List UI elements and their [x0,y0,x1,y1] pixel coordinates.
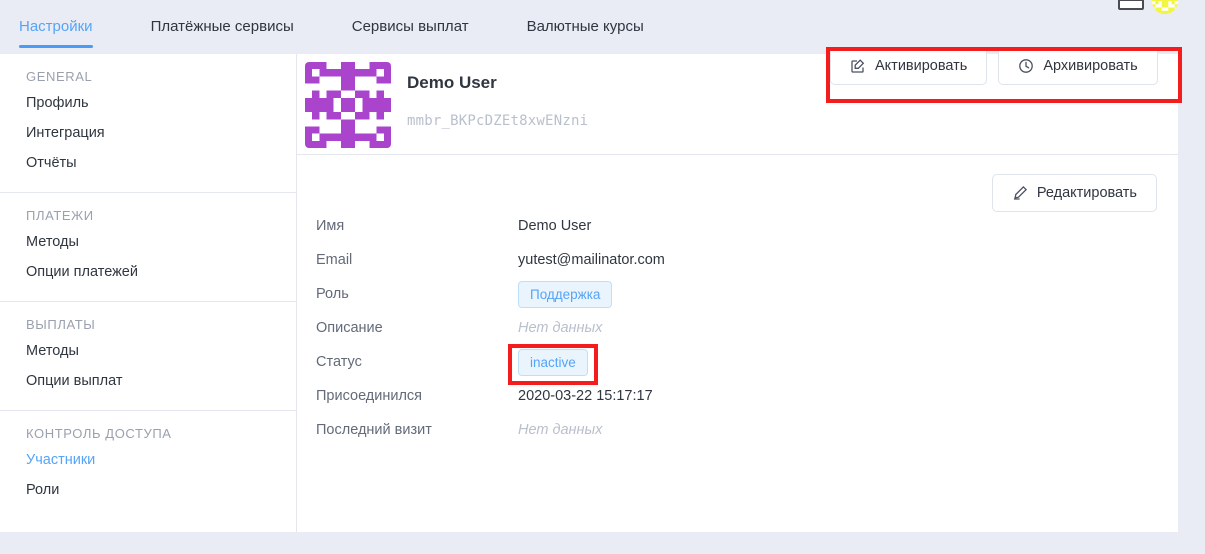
top-strip [0,0,1205,14]
tab-payout-services-label: Сервисы выплат [351,18,469,35]
table-row: Роль Поддержка [316,277,1156,311]
pencil-icon [1012,185,1028,201]
member-name: Demo User [407,73,497,92]
card-stripe [1118,0,1144,1]
detail-label-role: Роль [316,286,349,302]
sidebar-item-profile[interactable]: Профиль [0,88,296,118]
settings-sidebar: GENERAL Профиль Интеграция Отчёты ПЛАТЕЖ… [0,54,297,532]
table-row: Присоединился 2020-03-22 15:17:17 [316,379,1156,413]
archive-button[interactable]: Архивировать [998,47,1158,85]
member-header: Demo User mmbr_BKPcDZEt8xwENzni Активиро… [297,47,1178,155]
archive-button-label: Архивировать [1043,58,1138,74]
sidebar-item-integration-label: Интеграция [26,125,105,141]
credit-card-icon[interactable] [1118,0,1144,10]
edit-square-icon [850,58,866,74]
edit-row: Редактировать [991,174,1157,212]
sidebar-item-reports-label: Отчёты [26,155,77,171]
tab-payment-services[interactable]: Платёжные сервисы [151,14,294,35]
identicon-top-svg [1152,0,1178,14]
tab-settings-label: Настройки [19,18,93,35]
detail-label-description: Описание [316,320,383,336]
sidebar-item-members[interactable]: Участники [0,445,296,475]
table-row: Имя Demo User [316,209,1156,243]
sidebar-item-payout-methods[interactable]: Методы [0,336,296,366]
member-details-list: Имя Demo User Email yutest@mailinator.co… [316,209,1156,447]
sidebar-item-members-label: Участники [26,452,96,468]
sidebar-group-general: GENERAL Профиль Интеграция Отчёты [0,54,296,192]
user-avatar-identicon[interactable] [1152,0,1178,14]
status-badge[interactable]: inactive [518,348,588,376]
table-row: Описание Нет данных [316,311,1156,345]
detail-value-email: yutest@mailinator.com [518,252,665,268]
card-body [1118,0,1144,10]
sidebar-item-payout-options-label: Опции выплат [26,373,123,389]
detail-value-last-visit: Нет данных [518,422,603,438]
sidebar-group-payouts-title: ВЫПЛАТЫ [26,317,96,332]
sidebar-group-payments-title: ПЛАТЕЖИ [26,208,94,223]
sidebar-group-general-title: GENERAL [26,69,93,84]
detail-value-description: Нет данных [518,320,603,336]
sidebar-item-reports[interactable]: Отчёты [0,148,296,178]
detail-label-name: Имя [316,218,345,234]
detail-value-joined: 2020-03-22 15:17:17 [518,388,653,404]
sidebar-item-payout-options[interactable]: Опции выплат [0,366,296,396]
detail-value-name: Demo User [518,218,592,234]
sidebar-item-payment-methods-label: Методы [26,234,79,250]
sidebar-group-access-control-title: КОНТРОЛЬ ДОСТУПА [26,426,172,441]
tab-active-underline [19,45,93,48]
identicon-avatar [305,62,391,148]
sidebar-item-profile-label: Профиль [26,95,89,111]
sidebar-group-payments: ПЛАТЕЖИ Методы Опции платежей [0,192,296,301]
detail-label-joined: Присоединился [316,388,423,404]
table-row: Email yutest@mailinator.com [316,243,1156,277]
sidebar-group-payouts: ВЫПЛАТЫ Методы Опции выплат [0,301,296,410]
edit-button[interactable]: Редактировать [991,174,1157,212]
sidebar-item-payment-methods[interactable]: Методы [0,227,296,257]
role-badge[interactable]: Поддержка [518,280,613,308]
detail-label-status: Статус [316,354,362,370]
tab-currency-rates[interactable]: Валютные курсы [527,14,644,35]
activate-button-label: Активировать [875,58,968,74]
app-root: Настройки Платёжные сервисы Сервисы выпл… [0,0,1205,554]
edit-button-label: Редактировать [1036,185,1137,201]
table-row: Последний визит Нет данных [316,413,1156,447]
identicon-avatar-svg [305,62,391,148]
detail-label-email: Email [316,252,353,268]
member-id: mmbr_BKPcDZEt8xwENzni [407,113,589,129]
sidebar-group-access-control: КОНТРОЛЬ ДОСТУПА Участники Роли [0,410,296,529]
detail-label-last-visit: Последний визит [316,422,432,438]
activate-button[interactable]: Активировать [830,47,988,85]
member-actions: Активировать Архивировать [830,47,1158,85]
table-row: Статус inactive [316,345,1156,379]
sidebar-item-integration[interactable]: Интеграция [0,118,296,148]
sidebar-item-payment-options[interactable]: Опции платежей [0,257,296,287]
tab-settings[interactable]: Настройки [19,14,93,48]
tab-payout-services[interactable]: Сервисы выплат [352,14,469,35]
member-detail-panel: Demo User mmbr_BKPcDZEt8xwENzni Активиро… [297,47,1178,532]
sidebar-item-roles[interactable]: Роли [0,475,296,505]
sidebar-item-payment-options-label: Опции платежей [26,264,138,280]
sidebar-item-payout-methods-label: Методы [26,343,79,359]
main-card: GENERAL Профиль Интеграция Отчёты ПЛАТЕЖ… [0,47,1178,532]
tab-payment-services-label: Платёжные сервисы [150,18,294,35]
tab-currency-rates-label: Валютные курсы [526,18,644,35]
clock-icon [1018,58,1034,74]
sidebar-item-roles-label: Роли [26,482,60,498]
